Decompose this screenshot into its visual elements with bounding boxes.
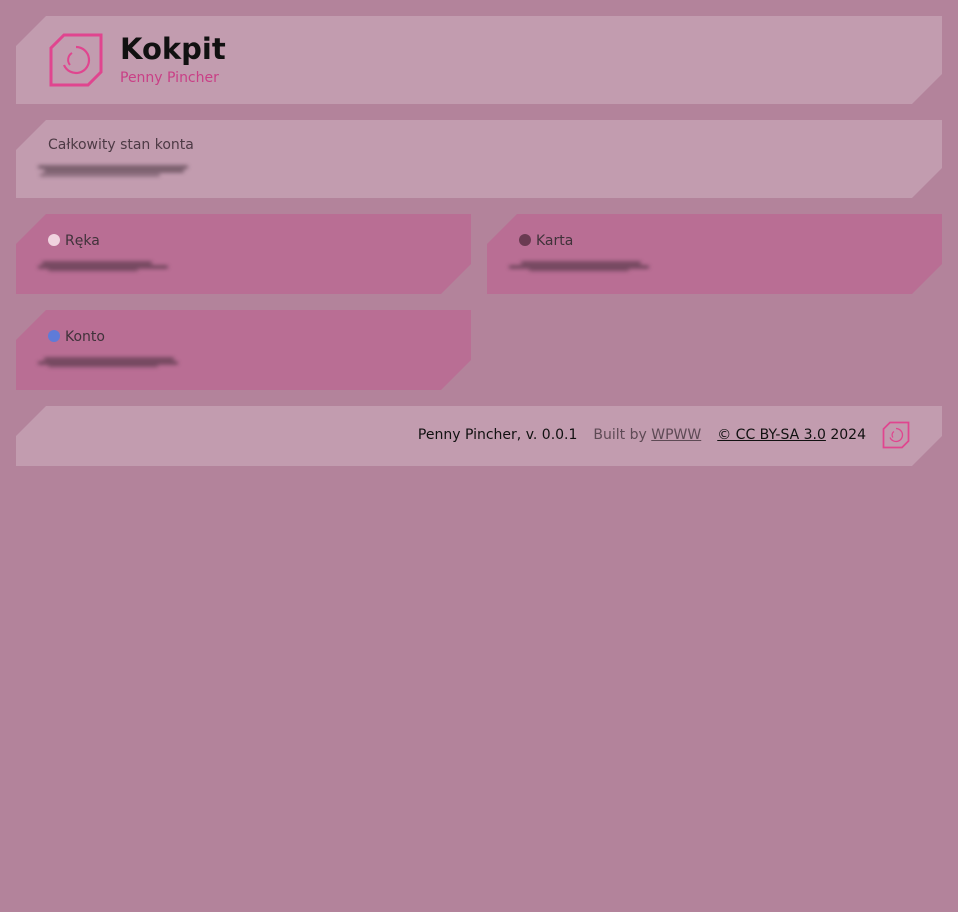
account-label-karta: Karta (519, 233, 573, 249)
total-balance-panel: Całkowity stan konta (16, 120, 942, 198)
app-name-subtitle: Penny Pincher (120, 70, 219, 86)
page-footer: Penny Pincher, v. 0.0.1 Built by WPWW © CC… (16, 406, 942, 466)
penny-pincher-logo-icon (882, 421, 910, 449)
copyright-year: 2024 (830, 427, 866, 443)
account-name: Konto (65, 329, 105, 345)
built-by-text: Built by (593, 427, 647, 443)
page-title: Kokpit (120, 32, 226, 66)
built-by-link[interactable]: WPWW (651, 427, 701, 443)
account-card-reka[interactable]: Ręka (16, 214, 471, 294)
account-value-obscured (509, 258, 679, 276)
dashboard-header: Kokpit Penny Pincher (16, 16, 942, 104)
account-card-konto[interactable]: Konto (16, 310, 471, 390)
account-color-dot (48, 330, 60, 342)
total-balance-label: Całkowity stan konta (48, 137, 194, 153)
penny-pincher-logo-icon (48, 32, 104, 88)
total-balance-value-obscured (38, 161, 208, 179)
account-color-dot (48, 234, 60, 246)
account-card-karta[interactable]: Karta (487, 214, 942, 294)
account-color-dot (519, 234, 531, 246)
account-name: Karta (536, 233, 574, 249)
account-value-obscured (38, 258, 198, 276)
account-label-reka: Ręka (48, 233, 100, 249)
version-text: Penny Pincher, v. 0.0.1 (417, 427, 578, 443)
account-label-konto: Konto (48, 329, 105, 345)
account-value-obscured (38, 354, 218, 372)
footer-info: Penny Pincher, v. 0.0.1 Built by WPWW © CC… (418, 427, 866, 443)
license-link[interactable]: © CC BY-SA 3.0 (717, 427, 826, 443)
account-name: Ręka (65, 233, 100, 249)
